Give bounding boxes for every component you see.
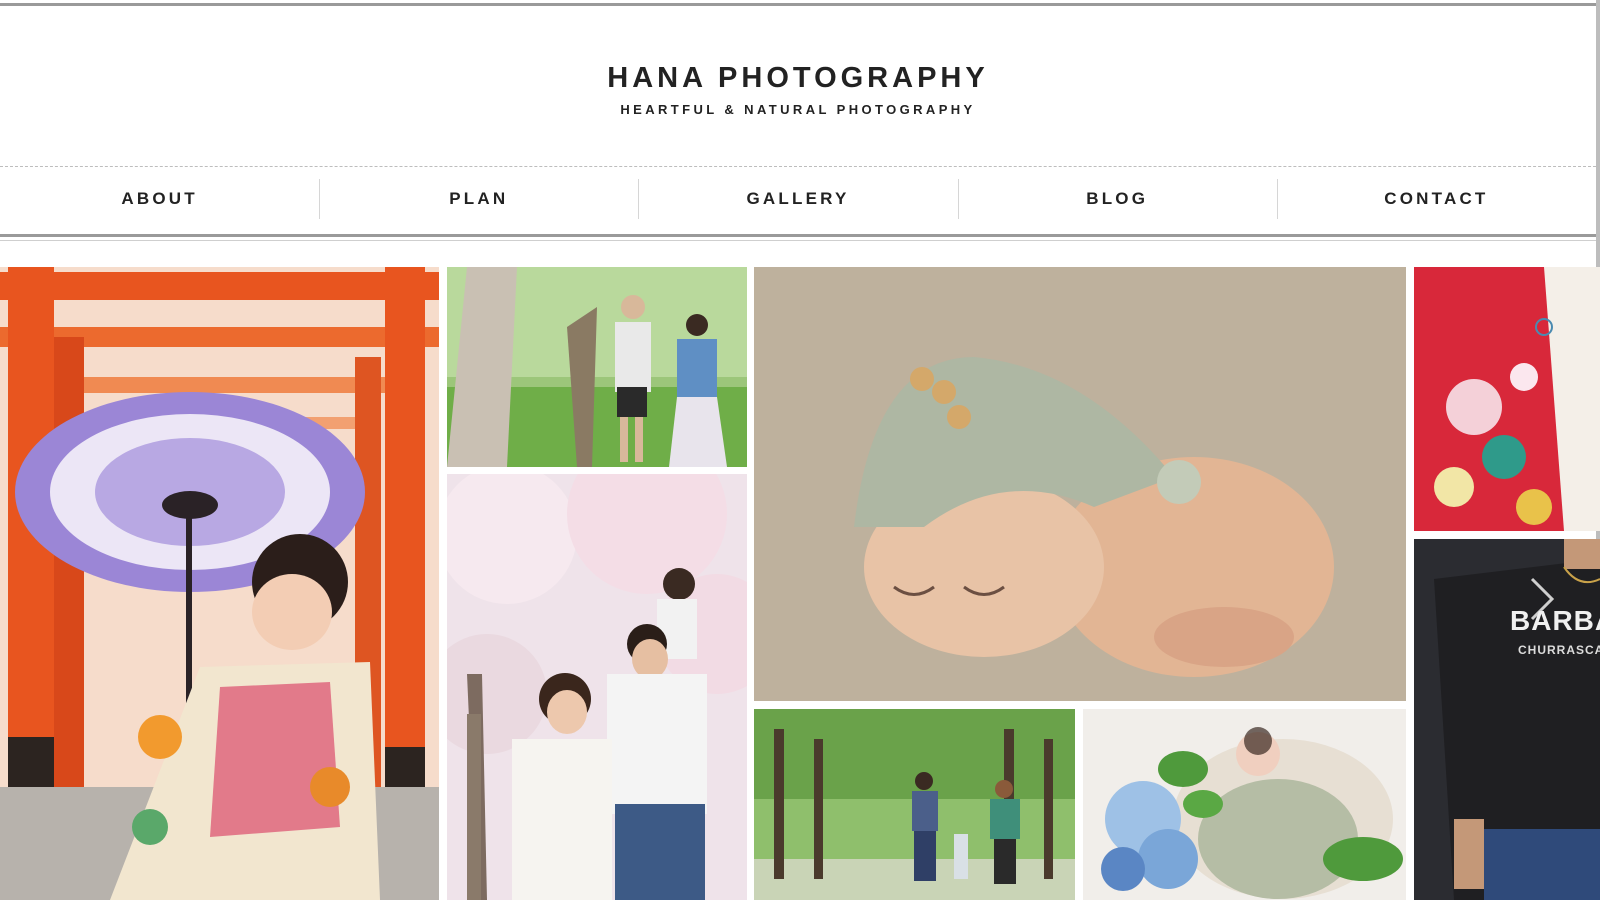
site-tagline: HEARTFUL & NATURAL PHOTOGRAPHY xyxy=(620,102,976,117)
gallery-photo-couple-park[interactable] xyxy=(447,267,747,467)
site-title[interactable]: HANA PHOTOGRAPHY xyxy=(0,62,1596,95)
gallery-photo-newborn-hydrangea[interactable] xyxy=(1083,709,1406,900)
gallery-photo-red-kimono[interactable] xyxy=(1414,267,1600,531)
gallery-photo-man-black-tshirt[interactable]: BARBAC CHURRASCA xyxy=(1414,539,1600,900)
nav-item-contact[interactable]: CONTACT xyxy=(1276,168,1596,230)
gallery-photo-family-cherry-blossoms[interactable] xyxy=(447,474,747,900)
tshirt-print-text: BARBAC xyxy=(1510,605,1600,636)
nav-item-plan[interactable]: PLAN xyxy=(319,168,638,230)
gallery-photo-family-tree-path[interactable] xyxy=(754,709,1075,900)
header-top-rule xyxy=(0,3,1596,6)
tshirt-print-subtext: CHURRASCA xyxy=(1518,643,1600,657)
gallery-photo-girl-kimono-umbrella[interactable] xyxy=(0,267,439,900)
site-header: HANA PHOTOGRAPHY HEARTFUL & NATURAL PHOT… xyxy=(0,10,1596,166)
gallery-photo-newborn-knit-hat[interactable] xyxy=(754,267,1406,701)
nav-bottom-divider-thin xyxy=(0,240,1596,241)
main-nav: ABOUT PLAN GALLERY BLOG CONTACT xyxy=(0,168,1596,230)
nav-bottom-divider xyxy=(0,234,1596,237)
nav-top-divider xyxy=(0,166,1596,167)
nav-item-blog[interactable]: BLOG xyxy=(957,168,1277,230)
nav-item-gallery[interactable]: GALLERY xyxy=(638,168,957,230)
nav-item-about[interactable]: ABOUT xyxy=(0,168,319,230)
